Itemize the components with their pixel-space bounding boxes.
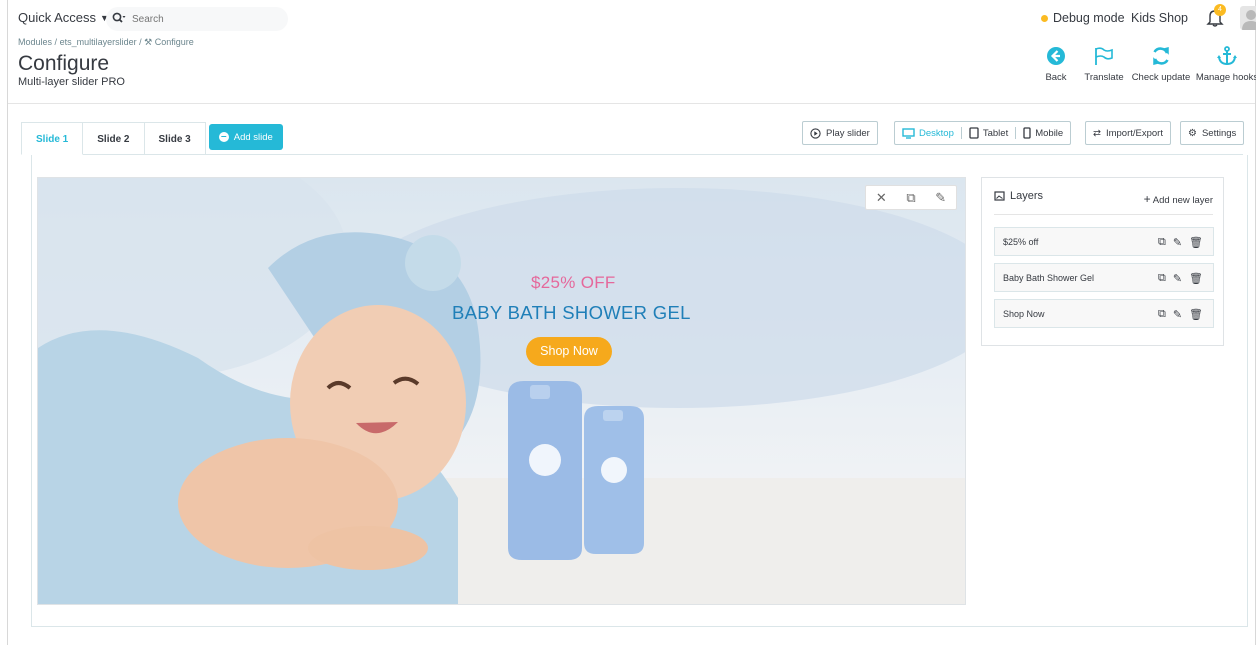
pencil-icon[interactable]: ✎ <box>1173 272 1182 285</box>
layer-shop-now-button[interactable]: Shop Now <box>526 337 612 366</box>
page-title: Configure <box>18 52 110 75</box>
breadcrumb-separator: / <box>139 37 142 47</box>
tab-slide-1[interactable]: Slide 1 <box>21 122 84 155</box>
play-slider-label: Play slider <box>826 127 870 139</box>
tab-slide-3[interactable]: Slide 3 <box>143 122 206 155</box>
search-box <box>106 7 288 31</box>
play-circle-icon <box>810 127 821 139</box>
wrench-icon: ⚒ <box>144 37 153 47</box>
layer-discount-text[interactable]: $25% OFF <box>531 273 616 293</box>
refresh-icon <box>1153 47 1169 65</box>
flag-icon <box>1095 47 1113 65</box>
pencil-icon[interactable]: ✎ <box>935 190 946 206</box>
anchor-icon <box>1217 46 1237 66</box>
layers-heading: Layers <box>994 190 1043 202</box>
back-label: Back <box>1045 72 1067 83</box>
layer-item-label: Shop Now <box>1003 308 1045 319</box>
plus-icon: + <box>1143 192 1151 206</box>
duplicate-icon[interactable]: ⧉ <box>1158 236 1166 249</box>
slide-background-image <box>38 178 965 604</box>
pencil-icon[interactable]: ✎ <box>1173 308 1182 321</box>
add-slide-label: Add slide <box>233 131 273 143</box>
layers-divider <box>994 214 1213 215</box>
check-update-label: Check update <box>1131 72 1191 83</box>
mobile-view-button[interactable]: Mobile <box>1016 127 1070 139</box>
breadcrumb-modules[interactable]: Modules <box>18 37 52 47</box>
add-slide-button[interactable]: – Add slide <box>208 124 283 150</box>
pencil-icon[interactable]: ✎ <box>1173 236 1182 249</box>
breadcrumb-separator: / <box>54 37 58 47</box>
notification-count-badge: 4 <box>1214 4 1226 16</box>
layer-item[interactable]: Baby Bath Shower Gel ⧉ ✎ 🗑 <box>994 263 1214 292</box>
duplicate-icon[interactable]: ⧉ <box>906 190 915 206</box>
layer-headline-text[interactable]: BABY BATH SHOWER GEL <box>452 302 691 324</box>
search-icon[interactable] <box>112 12 126 27</box>
duplicate-icon[interactable]: ⧉ <box>1158 308 1166 321</box>
image-icon <box>994 191 1005 201</box>
header-divider <box>8 103 1255 104</box>
desktop-view-button[interactable]: Desktop <box>895 128 961 139</box>
debug-mode-label: Debug mode <box>1053 11 1125 25</box>
play-slider-button[interactable]: Play slider <box>802 121 878 145</box>
breadcrumb: Modules / ets_multilayerslider / ⚒ Confi… <box>18 37 194 48</box>
trash-icon[interactable]: 🗑 <box>1189 308 1203 321</box>
check-update-button[interactable]: Check update <box>1126 44 1196 83</box>
layers-panel: Layers + Add new layer $25% off ⧉ ✎ 🗑 Ba… <box>981 177 1224 346</box>
quick-access-label: Quick Access <box>18 10 97 25</box>
desktop-label: Desktop <box>919 127 954 139</box>
manage-hooks-label: Manage hooks <box>1195 72 1256 83</box>
mobile-icon <box>1023 127 1031 139</box>
admin-window: Quick Access ▼ Debug mode Kids Shop 4 Mo… <box>7 0 1256 645</box>
duplicate-icon[interactable]: ⧉ <box>1158 272 1166 285</box>
canvas-toolbar: ✕ ⧉ ✎ <box>865 185 957 210</box>
layer-item[interactable]: $25% off ⧉ ✎ 🗑 <box>994 227 1214 256</box>
back-arrow-icon <box>1047 47 1065 65</box>
mobile-label: Mobile <box>1035 127 1064 139</box>
plus-circle-icon: – <box>218 132 229 142</box>
gear-icon: ⚙ <box>1188 127 1197 139</box>
add-new-layer-label: Add new layer <box>1152 195 1213 206</box>
exchange-icon: ⇄ <box>1093 127 1101 139</box>
translate-label: Translate <box>1084 72 1124 83</box>
settings-button[interactable]: ⚙ Settings <box>1180 121 1245 145</box>
layer-item-label: Baby Bath Shower Gel <box>1003 272 1095 283</box>
tablet-label: Tablet <box>982 127 1009 139</box>
layer-item-label: $25% off <box>1003 236 1039 247</box>
slide-canvas[interactable]: ✕ ⧉ ✎ $25% OFF BABY BATH SHOWER GEL Shop… <box>37 177 966 605</box>
tablet-view-button[interactable]: Tablet <box>962 127 1015 139</box>
settings-label: Settings <box>1201 127 1237 139</box>
breadcrumb-module-name[interactable]: ets_multilayerslider <box>60 37 137 47</box>
layers-title: Layers <box>1010 190 1044 202</box>
trash-icon[interactable]: 🗑 <box>1189 272 1203 285</box>
shop-name-link[interactable]: Kids Shop <box>1131 11 1188 25</box>
layer-item[interactable]: Shop Now ⧉ ✎ 🗑 <box>994 299 1214 328</box>
tablet-icon <box>969 127 979 139</box>
slide-tabs: Slide 1 Slide 2 Slide 3 – Add slide <box>21 122 283 155</box>
debug-mode-indicator[interactable]: Debug mode <box>1041 11 1125 25</box>
add-new-layer-button[interactable]: + Add new layer <box>1144 192 1213 206</box>
desktop-icon <box>902 127 915 139</box>
quick-access-menu[interactable]: Quick Access ▼ <box>18 10 109 25</box>
page-subtitle: Multi-layer slider PRO <box>18 76 125 88</box>
user-avatar[interactable] <box>1240 6 1256 30</box>
debug-status-dot <box>1041 14 1048 22</box>
trash-icon[interactable]: 🗑 <box>1189 236 1203 249</box>
search-input[interactable] <box>132 13 262 25</box>
import-export-label: Import/Export <box>1105 127 1163 139</box>
manage-hooks-button[interactable]: Manage hooks <box>1192 44 1256 83</box>
device-switcher: Desktop Tablet Mobile <box>894 121 1072 145</box>
import-export-button[interactable]: ⇄ Import/Export <box>1085 121 1171 145</box>
tab-slide-2[interactable]: Slide 2 <box>82 122 145 155</box>
close-icon[interactable]: ✕ <box>876 190 887 206</box>
breadcrumb-configure: Configure <box>154 37 194 47</box>
